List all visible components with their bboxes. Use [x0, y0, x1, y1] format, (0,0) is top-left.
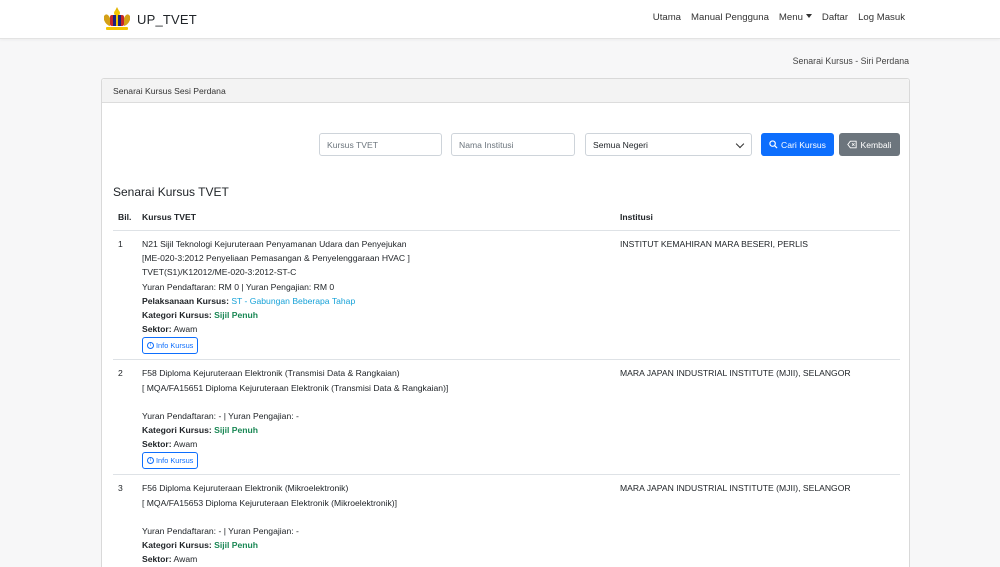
- table-row: 3 F56 Diploma Kejuruteraan Elektronik (M…: [113, 474, 900, 567]
- course-cell: F58 Diploma Kejuruteraan Elektronik (Tra…: [137, 359, 615, 476]
- nav-log-masuk[interactable]: Log Masuk: [858, 12, 905, 23]
- course-search-input[interactable]: Kursus TVET: [319, 133, 442, 156]
- institution-cell: MARA JAPAN INDUSTRIAL INSTITUTE (MJII), …: [615, 359, 900, 476]
- backspace-icon: [847, 140, 858, 149]
- top-navbar: UP_TVET Utama Manual Pengguna Menu Dafta…: [0, 0, 1000, 39]
- breadcrumb: Senarai Kursus - Siri Perdana: [792, 56, 909, 66]
- search-course-label: Cari Kursus: [781, 139, 826, 150]
- brand-name: UP_TVET: [137, 11, 197, 27]
- course-table: Bil. Kursus TVET Institusi 1 N21 Sijil T…: [113, 207, 900, 567]
- sektor-value: Awam: [173, 324, 198, 335]
- pelaksanaan-label: Pelaksanaan Kursus:: [142, 295, 229, 306]
- sektor-value: Awam: [173, 439, 198, 450]
- info-kursus-button[interactable]: i Info Kursus: [142, 452, 199, 470]
- institution-cell: MARA JAPAN INDUSTRIAL INSTITUTE (MJII), …: [615, 474, 900, 567]
- course-code: [ MQA/FA15653 Diploma Kejuruteraan Elekt…: [142, 497, 398, 508]
- caret-down-icon: [805, 14, 812, 18]
- course-cell: F56 Diploma Kejuruteraan Elektronik (Mik…: [137, 474, 615, 567]
- course-fees: Yuran Pendaftaran: RM 0 | Yuran Pengajia…: [142, 281, 335, 292]
- column-header-kursus: Kursus TVET: [137, 207, 615, 231]
- kategori-value: Sijil Penuh: [214, 310, 259, 321]
- kategori-label: Kategori Kursus:: [142, 425, 212, 436]
- back-button[interactable]: Kembali: [839, 133, 900, 156]
- course-code: [ME-020-3:2012 Penyeliaan Pemasangan & P…: [142, 253, 410, 264]
- brand[interactable]: UP_TVET: [101, 6, 197, 32]
- info-icon: i: [147, 342, 154, 350]
- card-header: Senarai Kursus Sesi Perdana: [102, 79, 909, 103]
- state-select-value: Semua Negeri: [593, 140, 648, 150]
- chevron-down-icon: [735, 139, 745, 149]
- pelaksanaan-value: ST - Gabungan Beberapa Tahap: [231, 295, 356, 306]
- nav-daftar[interactable]: Daftar: [822, 12, 848, 23]
- info-icon: i: [147, 457, 154, 465]
- info-kursus-button[interactable]: i Info Kursus: [142, 337, 199, 355]
- kategori-label: Kategori Kursus:: [142, 540, 212, 551]
- nav-manual-pengguna[interactable]: Manual Pengguna: [691, 12, 769, 23]
- sektor-value: Awam: [173, 554, 198, 565]
- course-title: N21 Sijil Teknologi Kejuruteraan Penyama…: [142, 239, 407, 249]
- sektor-label: Sektor:: [142, 324, 172, 335]
- kategori-value: Sijil Penuh: [214, 425, 259, 436]
- course-fees: Yuran Pendaftaran: - | Yuran Pengajian: …: [142, 410, 299, 421]
- row-number: 2: [113, 359, 137, 476]
- search-course-button[interactable]: Cari Kursus: [761, 133, 834, 156]
- table-row: 1 N21 Sijil Teknologi Kejuruteraan Penya…: [113, 230, 900, 361]
- row-number: 1: [113, 230, 137, 361]
- info-kursus-label: Info Kursus: [156, 341, 194, 351]
- coat-of-arms-logo: [101, 6, 133, 32]
- sektor-label: Sektor:: [142, 554, 172, 565]
- list-title: Senarai Kursus TVET: [113, 185, 229, 199]
- nav-menu-label: Menu: [778, 12, 803, 23]
- course-title: F58 Diploma Kejuruteraan Elektronik (Tra…: [142, 368, 400, 379]
- info-kursus-label: Info Kursus: [156, 456, 194, 466]
- column-header-institusi: Institusi: [615, 207, 900, 231]
- course-title: F56 Diploma Kejuruteraan Elektronik (Mik…: [142, 483, 349, 494]
- search-icon: [769, 140, 778, 149]
- institution-search-input[interactable]: Nama Institusi: [451, 133, 575, 156]
- state-select[interactable]: Semua Negeri: [585, 133, 752, 156]
- kategori-label: Kategori Kursus:: [142, 310, 212, 321]
- course-code: [ MQA/FA15651 Diploma Kejuruteraan Elekt…: [142, 382, 449, 393]
- course-cell: N21 Sijil Teknologi Kejuruteraan Penyama…: [137, 230, 615, 361]
- course-reference: TVET(S1)/K12012/ME-020-3:2012-ST-C: [142, 267, 297, 278]
- column-header-bil: Bil.: [113, 207, 137, 231]
- row-number: 3: [113, 474, 137, 567]
- kategori-value: Sijil Penuh: [214, 540, 259, 551]
- table-row: 2 F58 Diploma Kejuruteraan Elektronik (T…: [113, 359, 900, 476]
- course-list-card: Senarai Kursus Sesi Perdana Kursus TVET …: [101, 78, 910, 567]
- institution-cell: INSTITUT KEMAHIRAN MARA BESERI, PERLIS: [615, 230, 900, 361]
- nav-menu-dropdown[interactable]: Menu: [779, 12, 812, 23]
- sektor-label: Sektor:: [142, 439, 172, 450]
- course-fees: Yuran Pendaftaran: - | Yuran Pengajian: …: [142, 525, 299, 536]
- nav-utama[interactable]: Utama: [653, 12, 681, 23]
- nav-menu: Utama Manual Pengguna Menu Daftar Log Ma…: [653, 12, 905, 23]
- back-label: Kembali: [860, 139, 892, 150]
